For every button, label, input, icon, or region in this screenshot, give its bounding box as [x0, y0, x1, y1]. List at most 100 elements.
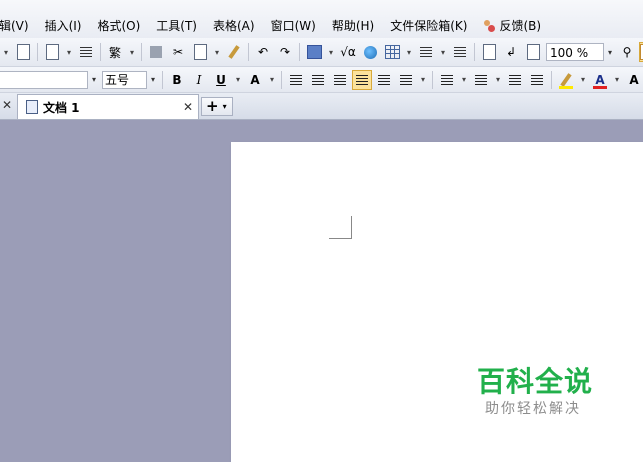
chevron-down-icon[interactable]: ▾ [233, 70, 243, 90]
print-preview-button[interactable] [13, 42, 33, 62]
chevron-down-icon[interactable]: ▾ [1, 42, 11, 62]
line-spacing-button[interactable] [396, 70, 416, 90]
chevron-down-icon[interactable]: ▾ [459, 70, 469, 90]
chevron-down-icon[interactable]: ▾ [223, 102, 227, 111]
justify-icon [356, 74, 368, 85]
paragraph-mark-icon: ↲ [505, 45, 517, 59]
tab-document-1[interactable]: 文档 1 ✕ [17, 94, 199, 119]
chevron-down-icon[interactable]: ▾ [326, 42, 336, 62]
menu-feedback[interactable]: 反馈(B) [483, 17, 541, 35]
chevron-down-icon[interactable]: ▾ [88, 71, 100, 89]
align-right-icon [334, 74, 346, 85]
standard-toolbar-row: ▾ ▾ 繁 ▾ ✂ ▾ ↶ ↷ ▾ √α ▾ ▾ ↲ 100 % ▾ ⚲ [0, 38, 643, 66]
document-workspace: 百科全说 助你轻松解决 [0, 120, 643, 462]
formatting-toolbar: ▾ 五号 ▾ B I U ▾ A ▾ ▾ ▾ ▾ ▾ A ▾ A [0, 67, 643, 93]
increase-indent-icon [531, 74, 543, 85]
copy-button[interactable] [146, 42, 166, 62]
formula-button[interactable]: √α [338, 42, 358, 62]
print-preview-icon [16, 44, 30, 60]
align-center-icon [312, 74, 324, 85]
separator [162, 70, 163, 89]
align-right-button[interactable] [330, 70, 350, 90]
close-icon[interactable]: ✕ [183, 100, 193, 114]
undo-button[interactable]: ↶ [253, 42, 273, 62]
chevron-down-icon[interactable]: ▾ [438, 42, 448, 62]
brush-icon [228, 45, 240, 59]
bold-button[interactable]: B [167, 70, 187, 90]
close-icon[interactable]: ✕ [2, 98, 12, 112]
format-painter-split-button[interactable] [76, 42, 96, 62]
document-map-button[interactable] [479, 42, 499, 62]
form-button[interactable] [304, 42, 324, 62]
chevron-down-icon[interactable]: ▾ [418, 70, 428, 90]
bullets-icon [475, 74, 487, 85]
separator [281, 70, 282, 89]
menu-tools[interactable]: 工具(T) [156, 17, 197, 35]
chevron-down-icon[interactable]: ▾ [127, 42, 137, 62]
zoom-field[interactable]: 100 % [546, 43, 604, 61]
bullets-button[interactable] [471, 70, 491, 90]
decrease-indent-icon [509, 74, 521, 85]
show-marks-button[interactable]: ↲ [501, 42, 521, 62]
reading-layout-button[interactable] [523, 42, 543, 62]
font-color-button[interactable]: A [590, 70, 610, 90]
chevron-down-icon[interactable]: ▾ [612, 70, 622, 90]
numbering-icon [441, 74, 453, 85]
menu-table[interactable]: 表格(A) [213, 17, 255, 35]
text-direction-button[interactable] [450, 42, 470, 62]
new-document-icon [45, 44, 59, 60]
new-tab-button[interactable]: + ▾ [201, 97, 233, 116]
document-page[interactable]: 百科全说 助你轻松解决 [231, 142, 643, 462]
decrease-indent-button[interactable] [505, 70, 525, 90]
insert-table-button[interactable] [382, 42, 402, 62]
font-effect-button[interactable]: A [245, 70, 265, 90]
grow-font-button[interactable]: A [624, 70, 643, 90]
underline-button[interactable]: U [211, 70, 231, 90]
align-center-button[interactable] [308, 70, 328, 90]
form-icon [306, 45, 322, 59]
separator [299, 43, 300, 61]
chevron-down-icon[interactable]: ▾ [147, 71, 159, 89]
italic-button[interactable]: I [189, 70, 209, 90]
menu-format[interactable]: 格式(O) [97, 17, 140, 35]
format-painter-button[interactable] [224, 42, 244, 62]
menu-insert[interactable]: 插入(I) [45, 17, 82, 35]
numbering-button[interactable] [437, 70, 457, 90]
menu-edit[interactable]: 编辑(V) [0, 17, 29, 35]
justify-button[interactable] [352, 69, 372, 90]
chevron-down-icon[interactable]: ▾ [267, 70, 277, 90]
text-direction-icon [454, 47, 466, 57]
document-icon [26, 100, 38, 114]
chevron-down-icon[interactable]: ▾ [578, 70, 588, 90]
font-color-bar [593, 85, 607, 89]
chevron-down-icon[interactable]: ▾ [212, 42, 222, 62]
find-button[interactable]: ⚲ [617, 42, 637, 62]
copy-icon [150, 46, 162, 58]
menu-file-safe[interactable]: 文件保险箱(K) [390, 17, 467, 35]
traditional-chinese-button[interactable]: 繁 [105, 42, 125, 62]
hyperlink-button[interactable] [360, 42, 380, 62]
chevron-down-icon[interactable]: ▾ [64, 42, 74, 62]
menu-window[interactable]: 窗口(W) [271, 17, 316, 35]
font-size-field[interactable]: 五号 [102, 70, 147, 89]
distribute-button[interactable] [374, 70, 394, 90]
home-button[interactable] [639, 42, 643, 62]
document-map-icon [482, 44, 496, 60]
menu-help[interactable]: 帮助(H) [332, 17, 374, 35]
cut-button[interactable]: ✂ [168, 42, 188, 62]
highlight-button[interactable] [556, 70, 576, 90]
align-left-button[interactable] [286, 70, 306, 90]
paste-button[interactable] [190, 42, 210, 62]
increase-indent-button[interactable] [527, 70, 547, 90]
columns-button[interactable] [416, 42, 436, 62]
chevron-down-icon[interactable]: ▾ [404, 42, 414, 62]
redo-button[interactable]: ↷ [275, 42, 295, 62]
chevron-down-icon[interactable]: ▾ [604, 43, 616, 61]
margin-corner-mark [329, 216, 352, 239]
chevron-down-icon[interactable]: ▾ [493, 70, 503, 90]
menu-items: 编辑(V) 插入(I) 格式(O) 工具(T) 表格(A) 窗口(W) 帮助(H… [0, 17, 557, 35]
new-from-template-button[interactable] [42, 42, 62, 62]
font-name-field[interactable] [0, 70, 88, 89]
align-left-icon [290, 74, 302, 85]
highlighter-icon [560, 72, 572, 87]
